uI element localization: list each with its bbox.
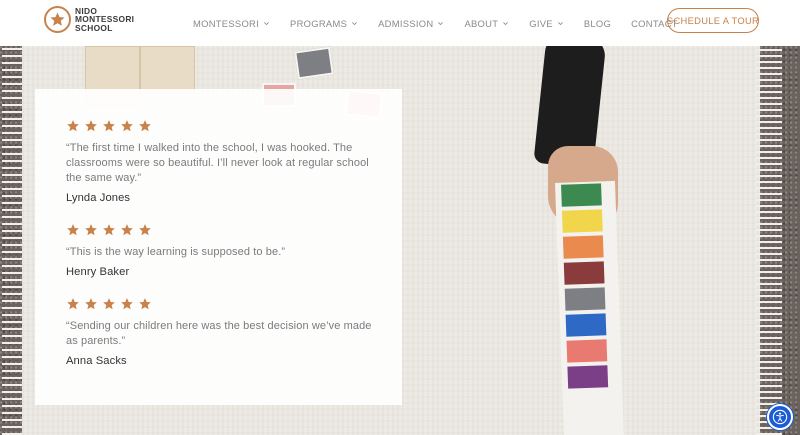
nav-item-admission[interactable]: ADMISSION (378, 18, 444, 29)
testimonial-quote: “The first time I walked into the school… (66, 142, 369, 184)
color-cell (567, 365, 609, 389)
star-icon (67, 120, 79, 132)
star-rating (66, 297, 376, 311)
chevron-down-icon (438, 21, 444, 25)
color-strip (555, 180, 624, 435)
nav-label: MONTESSORI (193, 17, 260, 29)
testimonial: “This is the way learning is supposed to… (66, 223, 376, 278)
color-tablet (294, 46, 334, 80)
star-rating (66, 119, 376, 133)
nav-item-montessori[interactable]: MONTESSORI (193, 18, 270, 29)
nav-item-give[interactable]: GIVE (529, 18, 564, 29)
nav-item-about[interactable]: ABOUT (464, 18, 509, 29)
rug-fringe-right (756, 46, 782, 435)
testimonials-card: “The first time I walked into the school… (35, 89, 402, 405)
logo-wordmark: NIDO MONTESSORI SCHOOL (75, 6, 134, 33)
testimonial-author: Anna Sacks (66, 355, 127, 367)
testimonial-author: Henry Baker (66, 266, 130, 278)
chevron-down-icon (503, 21, 509, 25)
color-cell (563, 261, 605, 285)
color-cell (565, 313, 607, 337)
star-icon (121, 224, 133, 236)
star-icon (121, 120, 133, 132)
accessibility-button[interactable] (767, 404, 793, 430)
site-header: NIDO MONTESSORI SCHOOL MONTESSORI PROGRA… (0, 0, 800, 46)
testimonial-quote: “This is the way learning is supposed to… (66, 246, 286, 258)
logo-line-3: SCHOOL (75, 22, 113, 33)
testimonial: “The first time I walked into the school… (66, 119, 376, 204)
star-rating (66, 223, 376, 237)
testimonial-quote: “Sending our children here was the best … (66, 320, 372, 347)
star-icon (121, 298, 133, 310)
star-icon (103, 120, 115, 132)
chevron-down-icon (557, 21, 563, 25)
nav-item-programs[interactable]: PROGRAMS (290, 18, 358, 29)
nav-label: ABOUT (464, 17, 499, 29)
star-logo-icon (44, 6, 71, 33)
star-icon (139, 120, 151, 132)
star-icon (85, 224, 97, 236)
color-cell (562, 235, 604, 259)
color-cell (564, 287, 606, 311)
school-logo[interactable]: NIDO MONTESSORI SCHOOL (44, 6, 134, 33)
nav-label: GIVE (529, 17, 553, 29)
nav-label: ADMISSION (378, 17, 434, 29)
star-icon (139, 298, 151, 310)
star-icon (103, 298, 115, 310)
accessibility-icon (772, 409, 788, 425)
color-cell (561, 183, 602, 207)
color-cell (561, 209, 603, 233)
testimonial-author: Lynda Jones (66, 192, 131, 204)
star-icon (67, 224, 79, 236)
color-cell (566, 339, 608, 363)
schedule-tour-button[interactable]: SCHEDULE A TOUR (667, 8, 759, 33)
star-icon (85, 120, 97, 132)
chevron-down-icon (264, 21, 269, 25)
nav-label: PROGRAMS (290, 17, 348, 29)
star-icon (67, 298, 79, 310)
testimonial: “Sending our children here was the best … (66, 297, 376, 367)
nav-item-blog[interactable]: BLOG (584, 18, 611, 29)
main-nav: MONTESSORI PROGRAMS ADMISSION ABOUT GIVE… (193, 0, 698, 46)
star-icon (139, 224, 151, 236)
star-icon (85, 298, 97, 310)
wooden-box (140, 46, 195, 94)
star-icon (103, 224, 115, 236)
chevron-down-icon (352, 21, 358, 25)
nav-label: BLOG (583, 17, 612, 29)
